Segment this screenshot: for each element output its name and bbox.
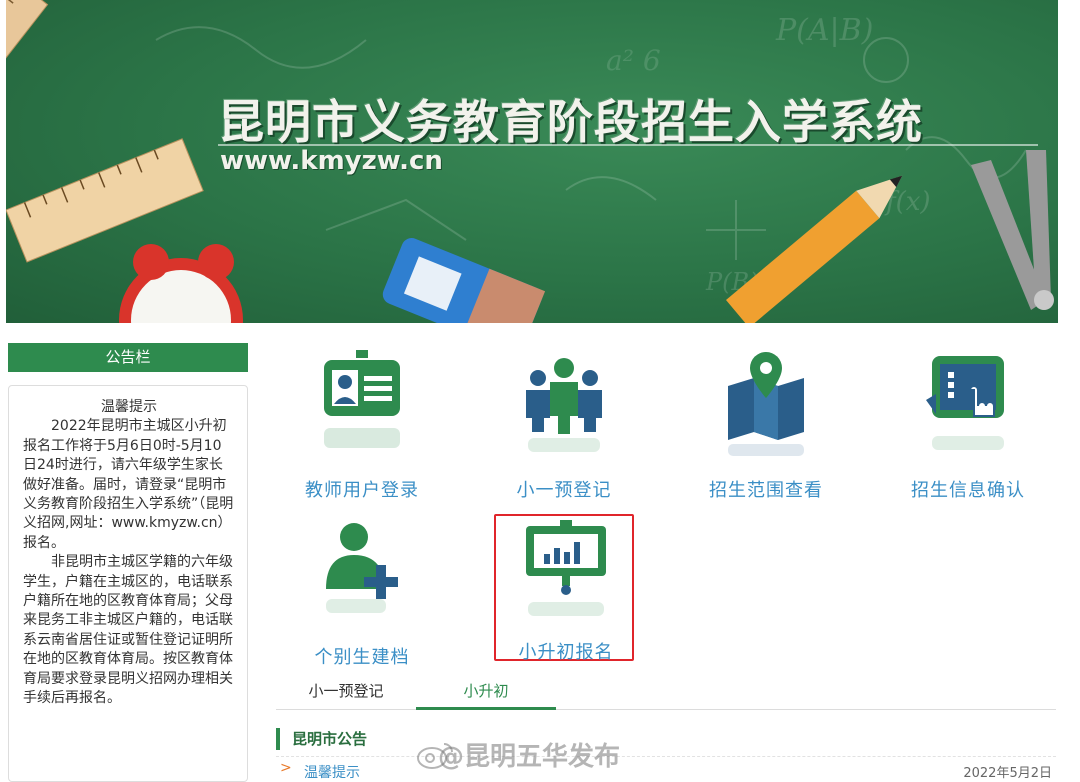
- notice-title: 温馨提示: [101, 399, 157, 415]
- tile-label-grade1-preregistration: 小一预登记: [516, 480, 612, 501]
- announcement-date: 2022年5月2日: [963, 766, 1052, 781]
- notice-board-header: 公告栏: [8, 343, 248, 372]
- tab-bar: 小一预登记 小升初: [276, 678, 1056, 710]
- add-user-icon: [326, 523, 398, 613]
- site-url: www.kmyzw.cn: [220, 146, 443, 176]
- tab-junior-high[interactable]: 小升初: [416, 678, 556, 710]
- notice-paragraph-1: 2022年昆明市主城区小升初报名工作将于5月6日0时-5月10日24时进行，请六…: [23, 418, 234, 551]
- site-title: 昆明市义务教育阶段招生入学系统: [218, 95, 923, 149]
- svg-text:a² 6: a² 6: [606, 44, 661, 77]
- tile-label-enrollment-area: 招生范围查看: [709, 480, 823, 501]
- presentation-chart-icon: [526, 520, 606, 616]
- tile-label-enrollment-info-confirm: 招生信息确认: [911, 480, 1025, 501]
- notice-paragraph-2: 非昆明市主城区学籍的六年级学生，户籍在主城区的，电话联系户籍所在地的区教育体育局…: [23, 554, 233, 707]
- announcement-item[interactable]: > 温馨提示 2022年5月2日: [280, 760, 1052, 782]
- announcements-divider: [276, 756, 1056, 757]
- watermark-text: @昆明五华发布: [438, 742, 621, 772]
- svg-text:P(A|B): P(A|B): [775, 13, 873, 48]
- id-card-icon: [324, 350, 400, 448]
- individual-file-button[interactable]: 个别生建档: [292, 517, 432, 668]
- junior-high-registration-button[interactable]: 小升初报名: [494, 514, 634, 663]
- tile-label-junior-high-registration: 小升初报名: [518, 642, 614, 663]
- map-pin-icon: [728, 352, 804, 456]
- tab-grade1-preregistration[interactable]: 小一预登记: [276, 678, 416, 710]
- header-banner: P(A|B) f(x) P(B) a² 6 昆明市义务教育阶段招生入学系统 ww…: [6, 0, 1058, 323]
- banner-decoration: P(A|B) f(x) P(B) a² 6: [6, 0, 1054, 323]
- announcement-link[interactable]: 温馨提示: [304, 762, 360, 782]
- group-icon: [526, 358, 602, 452]
- tile-label-teacher-login: 教师用户登录: [305, 480, 419, 501]
- enrollment-info-confirm-button[interactable]: 招生信息确认: [898, 350, 1038, 501]
- enrollment-area-button[interactable]: 招生范围查看: [696, 350, 836, 501]
- tablet-touch-icon: [926, 356, 1004, 450]
- chevron-right-icon: >: [280, 760, 292, 776]
- grade1-preregistration-button[interactable]: 小一预登记: [494, 350, 634, 501]
- tile-label-individual-file: 个别生建档: [314, 647, 410, 668]
- notice-board: 温馨提示 2022年昆明市主城区小升初报名工作将于5月6日0时-5月10日24时…: [8, 385, 248, 782]
- teacher-login-button[interactable]: 教师用户登录: [292, 350, 432, 501]
- announcements-title: 昆明市公告: [276, 728, 367, 750]
